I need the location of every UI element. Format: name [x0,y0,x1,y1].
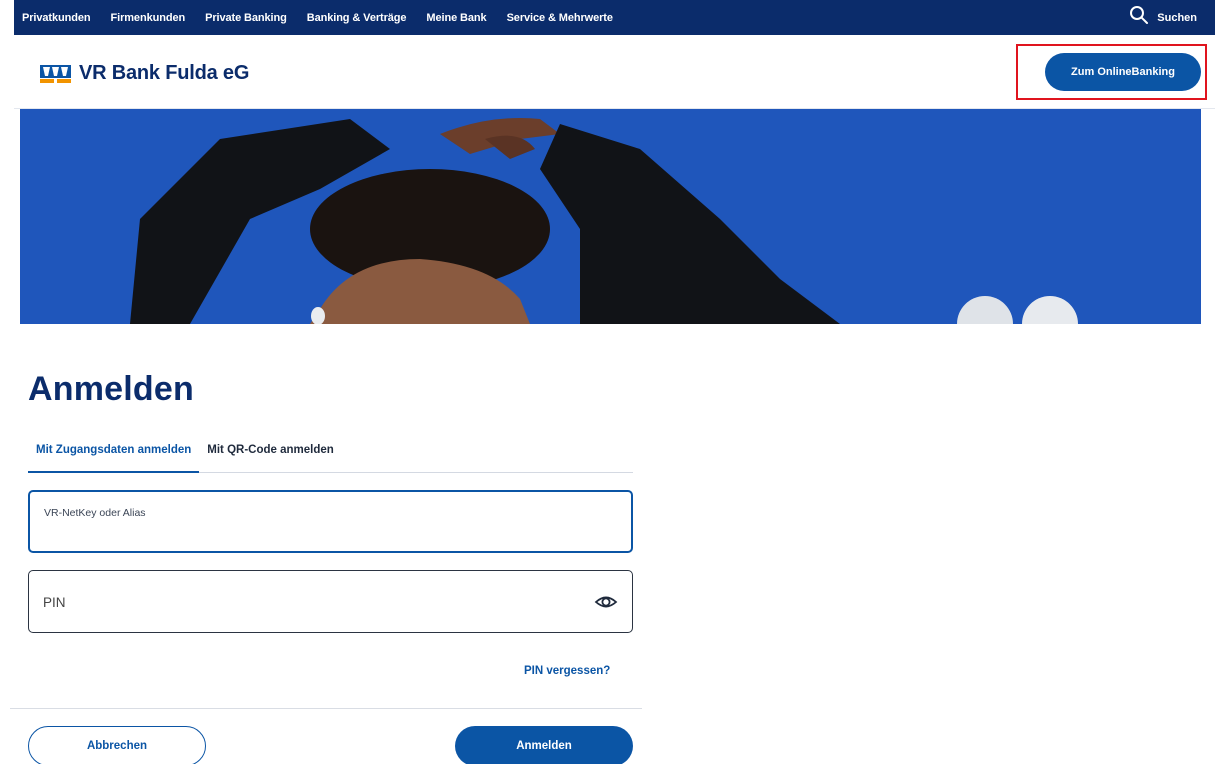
top-navigation-bar: Privatkunden Firmenkunden Private Bankin… [14,0,1215,35]
nav-item-meine-bank[interactable]: Meine Bank [426,12,486,24]
bank-name: VR Bank Fulda eG [79,62,250,84]
bank-logo[interactable]: VR Bank Fulda eG [40,62,249,85]
search-label: Suchen [1157,11,1197,24]
nav-item-firmenkunden[interactable]: Firmenkunden [111,12,186,24]
login-button[interactable]: Anmelden [455,726,633,764]
netkey-input[interactable] [44,522,614,544]
nav-item-service-mehrwerte[interactable]: Service & Mehrwerte [507,12,613,24]
hero-illustration [20,109,1201,324]
tab-qr-code[interactable]: Mit QR-Code anmelden [199,432,342,473]
pin-input[interactable] [43,590,583,614]
login-method-tabs: Mit Zugangsdaten anmelden Mit QR-Code an… [28,432,633,473]
nav-item-private-banking[interactable]: Private Banking [205,12,287,24]
search-button[interactable]: Suchen [1129,0,1197,35]
volksbank-logo-icon [40,64,71,83]
divider [10,708,642,709]
online-banking-button[interactable]: Zum OnlineBanking [1045,53,1201,91]
tab-zugangsdaten[interactable]: Mit Zugangsdaten anmelden [28,432,200,473]
netkey-field[interactable]: VR-NetKey oder Alias [28,490,633,553]
eye-icon[interactable] [594,591,618,613]
search-icon [1129,5,1149,30]
site-header: VR Bank Fulda eG Zum OnlineBanking [14,35,1215,109]
netkey-label: VR-NetKey oder Alias [44,507,146,519]
pin-field[interactable] [28,570,633,633]
page-title: Anmelden [28,370,194,408]
nav-item-privatkunden[interactable]: Privatkunden [22,12,91,24]
cancel-button[interactable]: Abbrechen [28,726,206,764]
top-nav: Privatkunden Firmenkunden Private Bankin… [22,12,633,24]
nav-item-banking-vertraege[interactable]: Banking & Verträge [307,12,407,24]
hero-image [20,109,1201,324]
forgot-pin-link[interactable]: PIN vergessen? [524,665,610,677]
